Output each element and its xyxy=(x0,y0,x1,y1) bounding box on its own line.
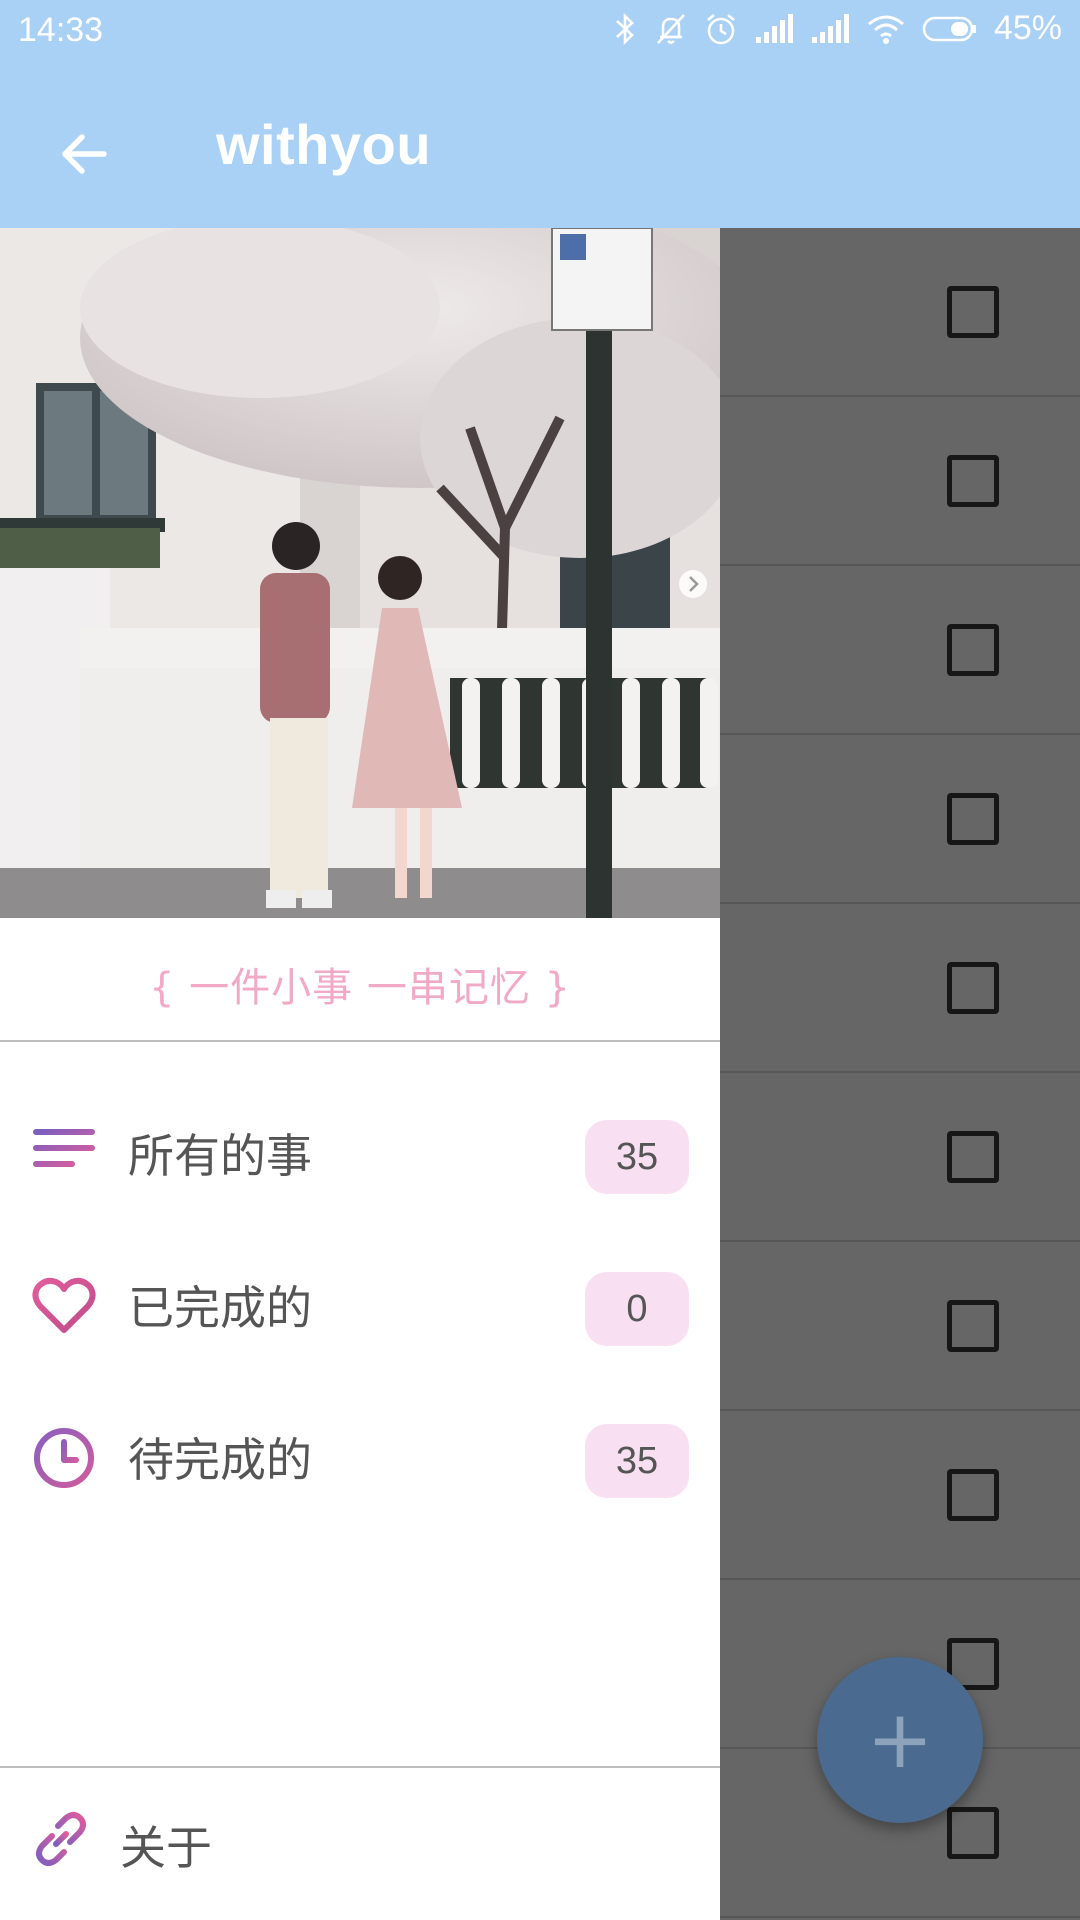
bluetooth-icon xyxy=(616,12,634,45)
plus-icon: + xyxy=(866,1693,934,1786)
menu-item-label: 已完成的 xyxy=(128,1281,312,1335)
menu-item-pending[interactable]: 待完成的 35 xyxy=(0,1382,720,1534)
signal-icon xyxy=(811,13,849,43)
link-icon xyxy=(36,1812,86,1866)
about-label: 关于 xyxy=(120,1821,212,1875)
list-lines-icon xyxy=(33,1129,95,1167)
wifi-icon xyxy=(867,15,904,44)
app-bar: withyou xyxy=(0,60,1080,228)
count-badge: 35 xyxy=(585,1120,689,1194)
menu-item-about[interactable]: 关于 xyxy=(0,1768,720,1918)
menu-item-label: 所有的事 xyxy=(128,1129,312,1183)
status-icons: 45% xyxy=(612,9,1062,48)
status-bar: 14:33 45% xyxy=(0,0,1080,60)
alarm-icon xyxy=(707,13,735,44)
mute-icon xyxy=(656,13,685,44)
divider xyxy=(0,1040,720,1042)
arrow-back-icon xyxy=(62,134,107,174)
count-badge: 35 xyxy=(585,1424,689,1498)
navigation-drawer: { 一件小事 一串记忆 } 所有的事 35 已完成的 0 待完成的 35 关于 xyxy=(0,228,720,1920)
count-badge: 0 xyxy=(585,1272,689,1346)
menu-item-completed[interactable]: 已完成的 0 xyxy=(0,1230,720,1382)
drawer-slogan: { 一件小事 一串记忆 } xyxy=(148,965,572,1011)
back-button[interactable] xyxy=(42,112,126,196)
menu-item-label: 待完成的 xyxy=(128,1433,312,1487)
header-photo xyxy=(0,228,720,918)
battery-percent: 45% xyxy=(993,9,1062,47)
add-button[interactable]: + xyxy=(817,1657,983,1823)
signal-icon xyxy=(755,13,793,43)
app-title: withyou xyxy=(216,113,432,176)
heart-icon xyxy=(32,1277,96,1333)
clock-icon xyxy=(34,1428,94,1488)
drawer-header-image xyxy=(0,228,720,918)
battery-icon xyxy=(922,16,976,41)
menu-item-all[interactable]: 所有的事 35 xyxy=(0,1078,720,1230)
status-time: 14:33 xyxy=(18,11,104,49)
